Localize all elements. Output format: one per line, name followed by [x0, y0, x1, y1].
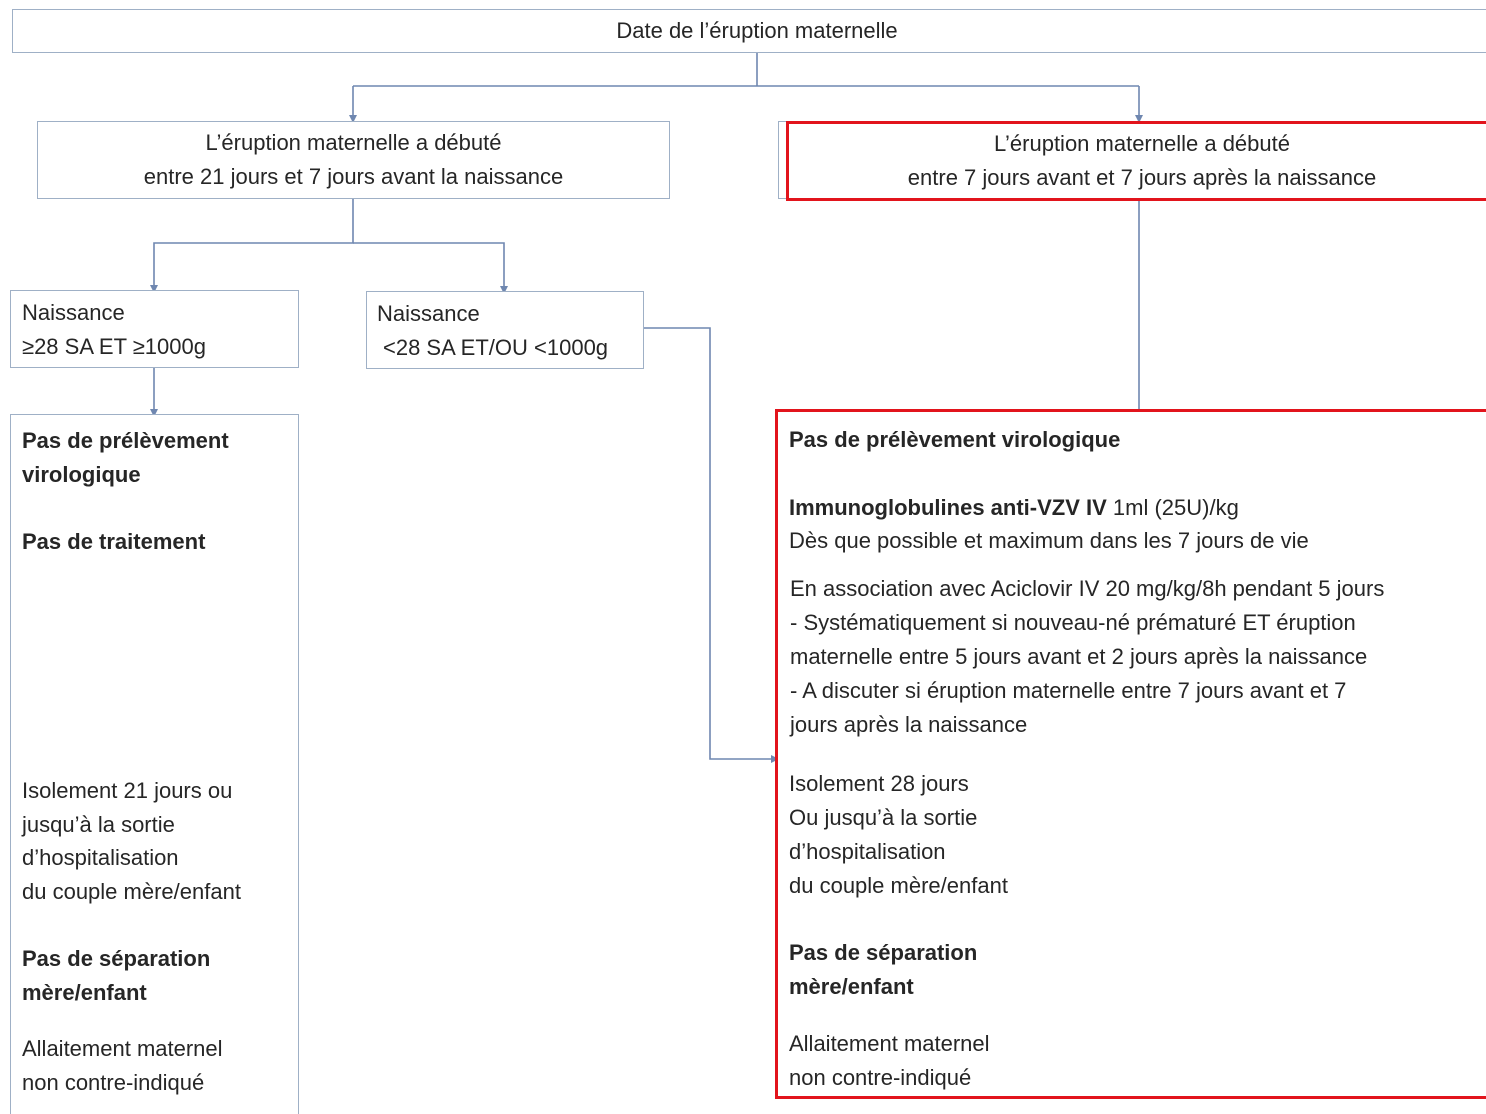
right-aciclovir: En association avec Aciclovir IV 20 mg/k… [790, 576, 1385, 601]
right-ig-line: Immunoglobulines anti-VZV IV 1ml (25U)/k… [789, 491, 1239, 525]
branch-right-line1: L’éruption maternelle a débuté [994, 131, 1290, 156]
branch-right-line2: entre 7 jours avant et 7 jours après la … [907, 165, 1377, 190]
right-breastfeeding-line1: Allaitement maternel [789, 1031, 990, 1056]
right-no-separation-line2: mère/enfant [789, 974, 914, 999]
birth-preterm-box: Naissance <28 SA ET/OU <1000g [366, 291, 644, 369]
right-discuss-line2: jours après la naissance [790, 712, 1028, 737]
right-ig-timing: Dès que possible et maximum dans les 7 j… [789, 528, 1309, 553]
birth-preterm-line1: Naissance [377, 301, 480, 326]
left-isolation-line2: jusqu’à la sortie [22, 812, 175, 837]
left-no-sample-line1: Pas de prélèvement [22, 428, 229, 453]
right-discuss-line1: - A discuter si éruption maternelle entr… [790, 678, 1347, 703]
connector-left-branch-to-preterm [353, 242, 508, 294]
left-isolation-line3: d’hospitalisation [22, 845, 179, 870]
maternal-eruption-date-box: Date de l’éruption maternelle [12, 9, 1486, 53]
connector-preterm-to-right-result [643, 327, 779, 763]
right-systematic-line2: maternelle entre 5 jours avant et 2 jour… [790, 644, 1368, 669]
left-breastfeeding-line1: Allaitement maternel [22, 1036, 223, 1061]
right-breastfeeding-line2: non contre-indiqué [789, 1065, 972, 1090]
right-isolation-line3: d’hospitalisation [789, 839, 946, 864]
left-no-sample-line2: virologique [22, 462, 141, 487]
branch-left-line2: entre 21 jours et 7 jours avant la naiss… [143, 164, 564, 189]
right-ig-name: Immunoglobulines anti-VZV IV [789, 495, 1107, 520]
branch-right-box: L’éruption maternelle a débuté entre 7 j… [786, 121, 1486, 201]
left-result-box: Pas de prélèvement virologique Pas de tr… [10, 414, 299, 1114]
branch-left-box: L’éruption maternelle a débuté entre 21 … [37, 121, 670, 199]
right-no-separation-line1: Pas de séparation [789, 940, 978, 965]
birth-term-line1: Naissance [22, 300, 125, 325]
right-isolation-line4: du couple mère/enfant [789, 873, 1008, 898]
left-isolation-line4: du couple mère/enfant [22, 879, 241, 904]
maternal-eruption-date-title: Date de l’éruption maternelle [616, 18, 898, 43]
left-isolation-line1: Isolement 21 jours ou [22, 778, 233, 803]
birth-preterm-line2: <28 SA ET/OU <1000g [383, 335, 609, 360]
branch-left-line1: L’éruption maternelle a débuté [205, 130, 502, 155]
connector-left-branch-down [150, 198, 354, 293]
right-result-box: Pas de prélèvement virologique Immunoglo… [775, 409, 1486, 1099]
left-no-separation-line1: Pas de séparation [22, 946, 211, 971]
right-ig-dose: 1ml (25U)/kg [1106, 495, 1239, 520]
right-systematic-line1: - Systématiquement si nouveau-né prématu… [790, 610, 1356, 635]
birth-term-box: Naissance ≥28 SA ET ≥1000g [10, 290, 299, 368]
right-isolation-line2: Ou jusqu’à la sortie [789, 805, 978, 830]
birth-term-line2: ≥28 SA ET ≥1000g [22, 334, 206, 359]
left-no-treatment: Pas de traitement [22, 529, 206, 554]
right-no-sample: Pas de prélèvement virologique [789, 427, 1121, 452]
left-no-separation-line2: mère/enfant [22, 980, 147, 1005]
left-breastfeeding-line2: non contre-indiqué [22, 1070, 205, 1095]
right-isolation-line1: Isolement 28 jours [789, 771, 969, 796]
